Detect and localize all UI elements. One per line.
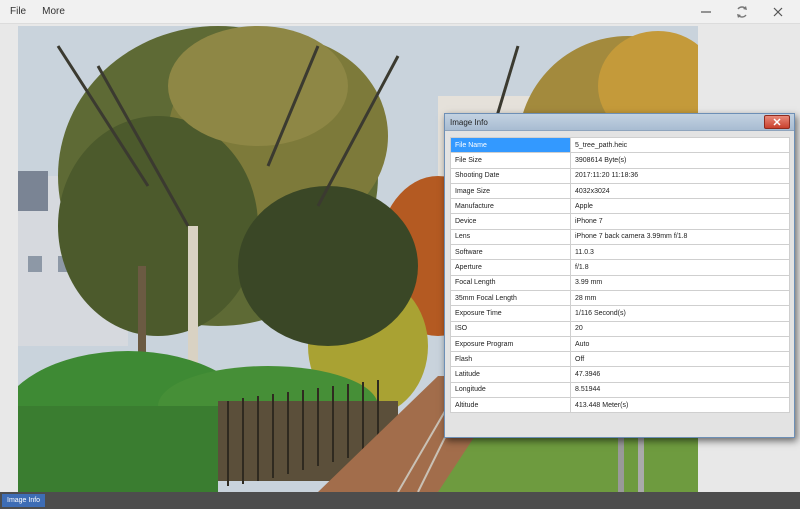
table-row[interactable]: Shooting Date 2017:11:20 11:18:36 bbox=[450, 167, 790, 184]
property-name-cell[interactable]: ISO bbox=[450, 320, 571, 337]
property-value-cell[interactable]: 3.99 mm bbox=[570, 274, 790, 291]
property-name-cell[interactable]: Device bbox=[450, 213, 571, 230]
menu-bar: File More bbox=[0, 0, 800, 24]
close-icon[interactable] bbox=[770, 4, 786, 20]
property-value-cell[interactable]: 5_tree_path.heic bbox=[570, 136, 790, 154]
property-value-cell[interactable]: 4032x3024 bbox=[570, 182, 790, 200]
window-controls bbox=[698, 4, 786, 20]
table-row[interactable]: Latitude 47.3946 bbox=[450, 366, 790, 383]
property-name-cell[interactable]: Flash bbox=[450, 351, 571, 368]
table-row[interactable]: File Name 5_tree_path.heic bbox=[450, 136, 790, 154]
property-value-cell[interactable]: 413.448 Meter(s) bbox=[570, 397, 790, 414]
property-name-cell[interactable]: Exposure Time bbox=[450, 305, 571, 322]
dialog-close-button[interactable] bbox=[764, 115, 790, 129]
table-row[interactable]: ISO 20 bbox=[450, 320, 790, 337]
property-value-cell[interactable]: 1/116 Second(s) bbox=[570, 305, 790, 322]
property-name-cell[interactable]: Lens bbox=[450, 228, 571, 246]
property-name-cell[interactable]: Altitude bbox=[450, 397, 571, 414]
property-name-cell[interactable]: File Name bbox=[450, 136, 571, 154]
property-value-cell[interactable]: 8.51944 bbox=[570, 381, 790, 399]
table-row[interactable]: Lens iPhone 7 back camera 3.99mm f/1.8 bbox=[450, 228, 790, 246]
menu-more[interactable]: More bbox=[42, 6, 65, 17]
property-name-cell[interactable]: Software bbox=[450, 244, 571, 261]
property-value-cell[interactable]: 47.3946 bbox=[570, 366, 790, 383]
image-info-dialog: Image Info File Name 5_tree_path.heic File… bbox=[444, 113, 795, 438]
property-name-cell[interactable]: File Size bbox=[450, 152, 571, 169]
property-name-cell[interactable]: Image Size bbox=[450, 182, 571, 200]
table-row[interactable]: File Size 3908614 Byte(s) bbox=[450, 152, 790, 169]
property-name-cell[interactable]: 35mm Focal Length bbox=[450, 289, 571, 307]
table-row[interactable]: Aperture f/1.8 bbox=[450, 259, 790, 276]
property-value-cell[interactable]: f/1.8 bbox=[570, 259, 790, 276]
property-name-cell[interactable]: Focal Length bbox=[450, 274, 571, 291]
property-value-cell[interactable]: 28 mm bbox=[570, 289, 790, 307]
table-row[interactable]: Device iPhone 7 bbox=[450, 213, 790, 230]
table-row[interactable]: Exposure Time 1/116 Second(s) bbox=[450, 305, 790, 322]
property-value-cell[interactable]: iPhone 7 back camera 3.99mm f/1.8 bbox=[570, 228, 790, 246]
property-name-cell[interactable]: Longitude bbox=[450, 381, 571, 399]
table-row[interactable]: Altitude 413.448 Meter(s) bbox=[450, 397, 790, 414]
image-info-table: File Name 5_tree_path.heic File Size 390861… bbox=[450, 136, 790, 414]
dialog-titlebar[interactable]: Image Info bbox=[445, 114, 794, 131]
property-name-cell[interactable]: Latitude bbox=[450, 366, 571, 383]
property-value-cell[interactable]: 3908614 Byte(s) bbox=[570, 152, 790, 169]
property-value-cell[interactable]: 2017:11:20 11:18:36 bbox=[570, 167, 790, 184]
table-row[interactable]: Manufacture Apple bbox=[450, 198, 790, 215]
restore-icon[interactable] bbox=[734, 4, 750, 20]
minimize-icon[interactable] bbox=[698, 4, 714, 20]
table-row[interactable]: Longitude 8.51944 bbox=[450, 381, 790, 399]
property-name-cell[interactable]: Aperture bbox=[450, 259, 571, 276]
status-bar: Image Info bbox=[0, 492, 800, 509]
table-row[interactable]: Focal Length 3.99 mm bbox=[450, 274, 790, 291]
table-row[interactable]: Flash Off bbox=[450, 351, 790, 368]
table-row[interactable]: 35mm Focal Length 28 mm bbox=[450, 289, 790, 307]
property-value-cell[interactable]: 20 bbox=[570, 320, 790, 337]
property-name-cell[interactable]: Exposure Program bbox=[450, 335, 571, 353]
table-row[interactable]: Image Size 4032x3024 bbox=[450, 182, 790, 200]
image-info-tab[interactable]: Image Info bbox=[2, 494, 46, 507]
menu-file[interactable]: File bbox=[10, 6, 26, 17]
table-row[interactable]: Software 11.0.3 bbox=[450, 244, 790, 261]
dialog-title: Image Info bbox=[450, 118, 488, 127]
property-value-cell[interactable]: iPhone 7 bbox=[570, 213, 790, 230]
close-icon bbox=[773, 118, 781, 126]
table-row[interactable]: Exposure Program Auto bbox=[450, 335, 790, 353]
property-value-cell[interactable]: Apple bbox=[570, 198, 790, 215]
property-value-cell[interactable]: Auto bbox=[570, 335, 790, 353]
property-value-cell[interactable]: Off bbox=[570, 351, 790, 368]
property-name-cell[interactable]: Shooting Date bbox=[450, 167, 571, 184]
property-name-cell[interactable]: Manufacture bbox=[450, 198, 571, 215]
property-value-cell[interactable]: 11.0.3 bbox=[570, 244, 790, 261]
